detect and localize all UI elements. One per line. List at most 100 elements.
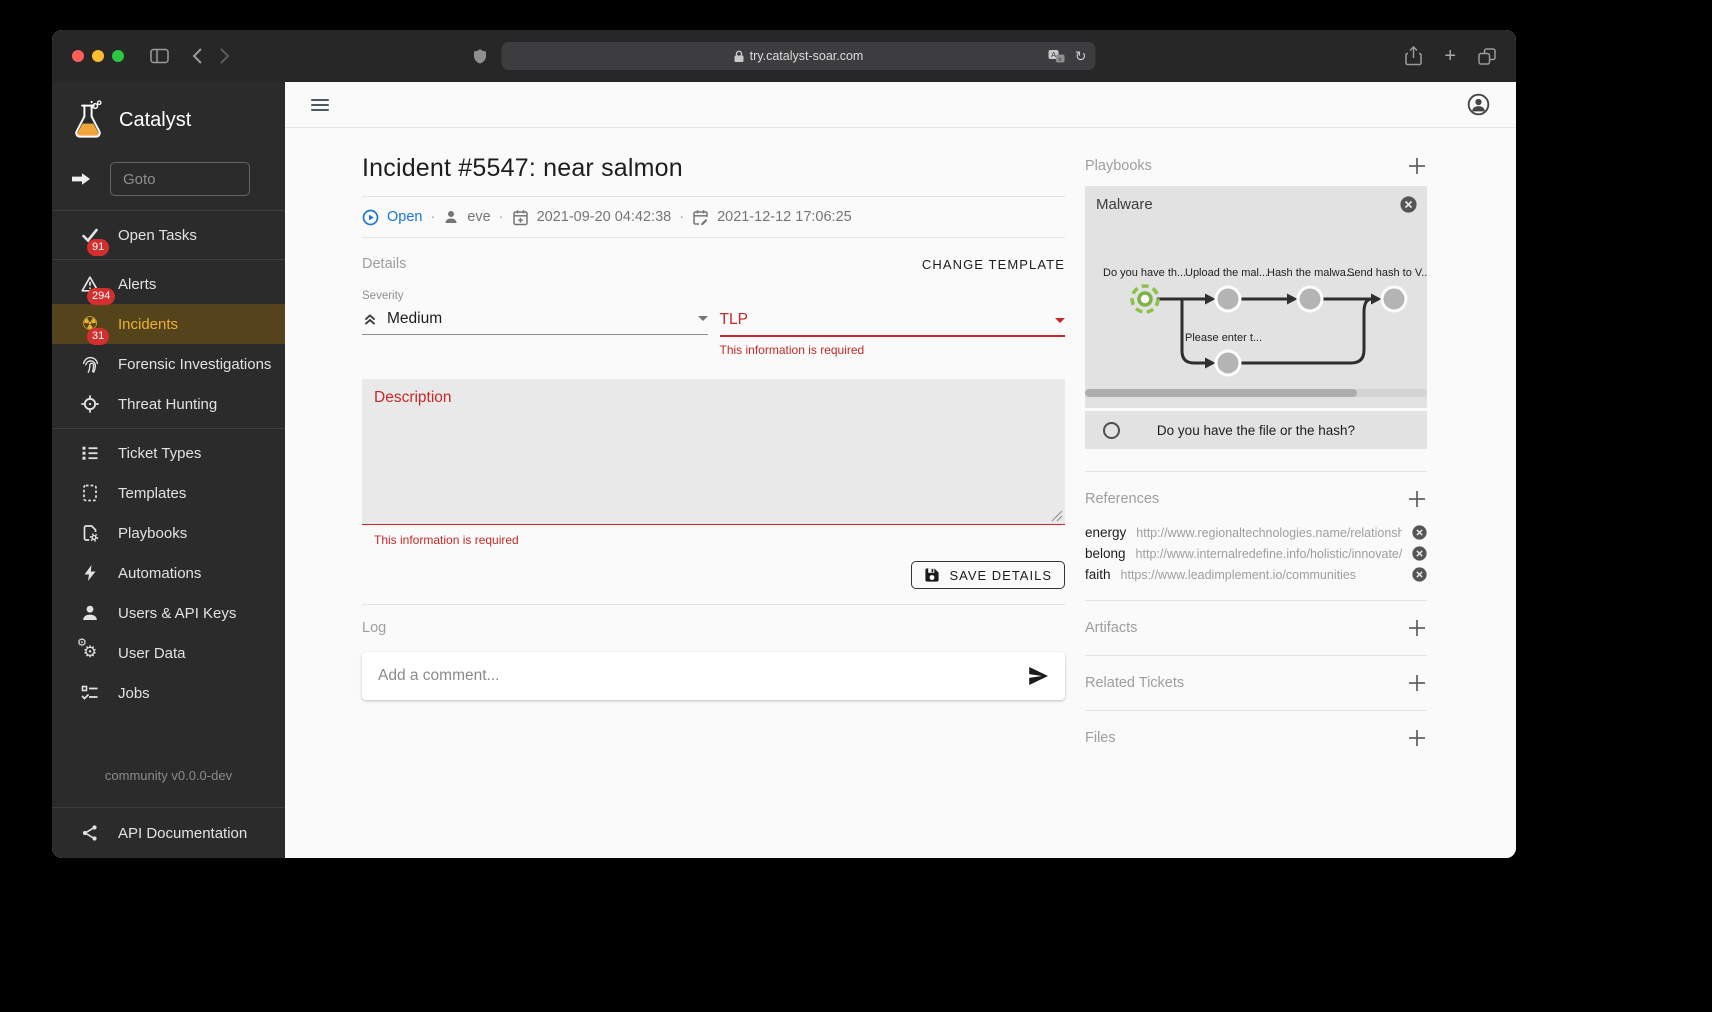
divider bbox=[1085, 655, 1427, 656]
tab-overview-icon[interactable] bbox=[1478, 48, 1496, 65]
sidebar-item-templates[interactable]: Templates bbox=[52, 473, 285, 513]
url-text: try.catalyst-soar.com bbox=[750, 49, 864, 63]
remove-playbook-icon[interactable] bbox=[1400, 196, 1417, 213]
tlp-select[interactable]: TLP This information is required bbox=[720, 290, 1066, 357]
save-details-button[interactable]: SAVE DETAILS bbox=[911, 561, 1065, 589]
sidebar-item-threat-hunting[interactable]: Threat Hunting bbox=[52, 384, 285, 424]
divider bbox=[1085, 471, 1427, 472]
radiation-icon: ☢ 31 bbox=[78, 312, 102, 336]
sidebar-item-automations[interactable]: Automations bbox=[52, 553, 285, 593]
svg-text:Upload the mal...: Upload the mal... bbox=[1185, 267, 1268, 279]
severity-value: Medium bbox=[387, 310, 689, 328]
browser-titlebar: try.catalyst-soar.com A x ↻ bbox=[52, 30, 1516, 82]
lock-icon bbox=[734, 50, 745, 63]
tlp-error-text: This information is required bbox=[720, 343, 1066, 357]
share-icon[interactable] bbox=[1405, 46, 1422, 66]
reference-name: energy bbox=[1085, 525, 1126, 540]
sidebar-item-forensic-investigations[interactable]: Forensic Investigations bbox=[52, 344, 285, 384]
zoom-window-button[interactable] bbox=[112, 50, 124, 62]
privacy-shield-icon[interactable] bbox=[473, 47, 488, 65]
new-tab-icon[interactable]: + bbox=[1444, 46, 1456, 66]
goto-input[interactable] bbox=[110, 162, 250, 196]
chevron-down-icon bbox=[1055, 318, 1065, 323]
tlp-placeholder: TLP bbox=[720, 311, 1047, 329]
playbook-node[interactable] bbox=[1382, 287, 1406, 311]
address-bar[interactable]: try.catalyst-soar.com A x ↻ bbox=[502, 42, 1096, 70]
remove-reference-icon[interactable] bbox=[1412, 525, 1427, 540]
divider bbox=[1085, 710, 1427, 711]
sidebar-item-incidents[interactable]: ☢ 31 Incidents bbox=[52, 304, 285, 344]
ticket-meta-row: Open · eve · 2021-09-20 04:42:38 · bbox=[362, 197, 1065, 237]
check-icon: 91 bbox=[78, 223, 102, 247]
bulleted-list-icon bbox=[78, 441, 102, 465]
file-gear-icon bbox=[78, 521, 102, 545]
forward-button-icon[interactable] bbox=[219, 47, 231, 65]
back-button-icon[interactable] bbox=[191, 47, 203, 65]
severity-select[interactable]: Severity Medium bbox=[362, 290, 708, 357]
incidents-badge: 31 bbox=[87, 328, 109, 345]
add-artifact-icon[interactable] bbox=[1407, 618, 1427, 638]
playbook-task-row: Do you have the file or the hash? bbox=[1085, 411, 1427, 449]
reference-row: energy http://www.regionaltechnologies.n… bbox=[1085, 522, 1427, 543]
comment-input[interactable] bbox=[378, 667, 1017, 685]
task-radio-button[interactable] bbox=[1103, 422, 1120, 439]
resize-handle-icon[interactable] bbox=[1051, 510, 1063, 522]
open-tasks-badge: 91 bbox=[87, 239, 109, 256]
playbook-node[interactable] bbox=[1216, 287, 1240, 311]
sidebar-item-jobs[interactable]: Jobs bbox=[52, 673, 285, 713]
translate-icon[interactable]: A x bbox=[1048, 49, 1066, 64]
gears-icon: ⚙ ⚙ bbox=[78, 641, 102, 665]
reload-icon[interactable]: ↻ bbox=[1075, 48, 1087, 65]
change-template-button[interactable]: CHANGE TEMPLATE bbox=[922, 257, 1065, 272]
files-section-label: Files bbox=[1085, 730, 1116, 746]
playbook-scrollbar-thumb[interactable] bbox=[1085, 389, 1357, 397]
svg-text:Please enter t...: Please enter t... bbox=[1185, 332, 1262, 344]
minimize-window-button[interactable] bbox=[92, 50, 104, 62]
add-reference-icon[interactable] bbox=[1407, 489, 1427, 509]
playbook-node[interactable] bbox=[1298, 287, 1322, 311]
owner-person-icon bbox=[443, 209, 459, 225]
add-related-ticket-icon[interactable] bbox=[1407, 673, 1427, 693]
playbook-node[interactable] bbox=[1216, 351, 1240, 375]
reference-row: faith https://www.leadimplement.io/commu… bbox=[1085, 564, 1427, 585]
chevron-down-icon bbox=[698, 316, 708, 321]
close-window-button[interactable] bbox=[72, 50, 84, 62]
add-file-icon[interactable] bbox=[1407, 728, 1427, 748]
playbook-graph: Do you have th... Upload the mal... Hash… bbox=[1085, 214, 1427, 384]
floppy-disk-icon bbox=[924, 567, 940, 583]
share-nodes-icon bbox=[78, 821, 102, 845]
add-playbook-icon[interactable] bbox=[1407, 156, 1427, 176]
reference-link[interactable]: https://www.leadimplement.io/communities bbox=[1121, 568, 1402, 582]
playbook-node-start[interactable] bbox=[1132, 286, 1158, 312]
status-label[interactable]: Open bbox=[387, 209, 422, 225]
reference-link[interactable]: http://www.internalredefine.info/holisti… bbox=[1136, 547, 1402, 561]
open-status-icon bbox=[362, 209, 379, 226]
catalyst-flask-logo bbox=[70, 99, 106, 141]
sidebar-item-api-documentation[interactable]: API Documentation bbox=[52, 808, 285, 858]
user-avatar[interactable] bbox=[1467, 93, 1490, 116]
sidebar-item-user-data[interactable]: ⚙ ⚙ User Data bbox=[52, 633, 285, 673]
remove-reference-icon[interactable] bbox=[1412, 546, 1427, 561]
remove-reference-icon[interactable] bbox=[1412, 567, 1427, 582]
description-textarea[interactable]: Description bbox=[362, 379, 1065, 525]
modified-timestamp: 2021-12-12 17:06:25 bbox=[717, 209, 852, 225]
sidebar-item-playbooks[interactable]: Playbooks bbox=[52, 513, 285, 553]
task-question: Do you have the file or the hash? bbox=[1085, 423, 1427, 438]
calendar-edit-icon bbox=[692, 209, 709, 226]
sidebar-item-open-tasks[interactable]: 91 Open Tasks bbox=[52, 215, 285, 255]
app-topbar bbox=[285, 82, 1516, 128]
sidebar-item-users-api-keys[interactable]: Users & API Keys bbox=[52, 593, 285, 633]
page-title: Incident #5547: near salmon bbox=[362, 154, 1065, 183]
sidebar-item-ticket-types[interactable]: Ticket Types bbox=[52, 433, 285, 473]
sidebar-item-alerts[interactable]: 294 Alerts bbox=[52, 264, 285, 304]
menu-icon[interactable] bbox=[311, 96, 329, 114]
send-icon[interactable] bbox=[1027, 666, 1049, 686]
created-timestamp: 2021-09-20 04:42:38 bbox=[537, 209, 672, 225]
svg-text:Hash the malwa...: Hash the malwa... bbox=[1267, 267, 1355, 279]
reference-link[interactable]: http://www.regionaltechnologies.name/rel… bbox=[1136, 526, 1402, 540]
sidebar-toggle-icon[interactable] bbox=[150, 48, 169, 64]
app-title: Catalyst bbox=[119, 109, 191, 132]
app-version: community v0.0.0-dev bbox=[52, 768, 285, 783]
lightning-bolt-icon bbox=[78, 561, 102, 585]
severity-label: Severity bbox=[362, 290, 708, 302]
